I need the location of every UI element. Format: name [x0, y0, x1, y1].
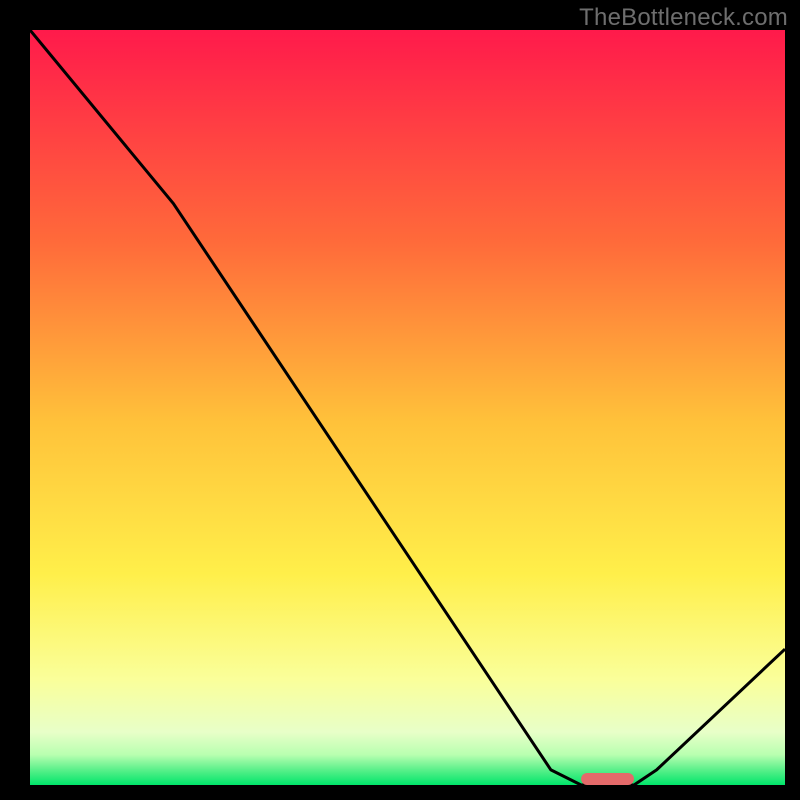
plot-area	[30, 30, 785, 785]
optimal-marker	[581, 773, 634, 785]
chart-svg	[30, 30, 785, 785]
watermark-text: TheBottleneck.com	[579, 4, 788, 32]
gradient-background	[30, 30, 785, 785]
marker-pill	[581, 773, 634, 785]
chart-frame: TheBottleneck.com	[0, 0, 800, 800]
